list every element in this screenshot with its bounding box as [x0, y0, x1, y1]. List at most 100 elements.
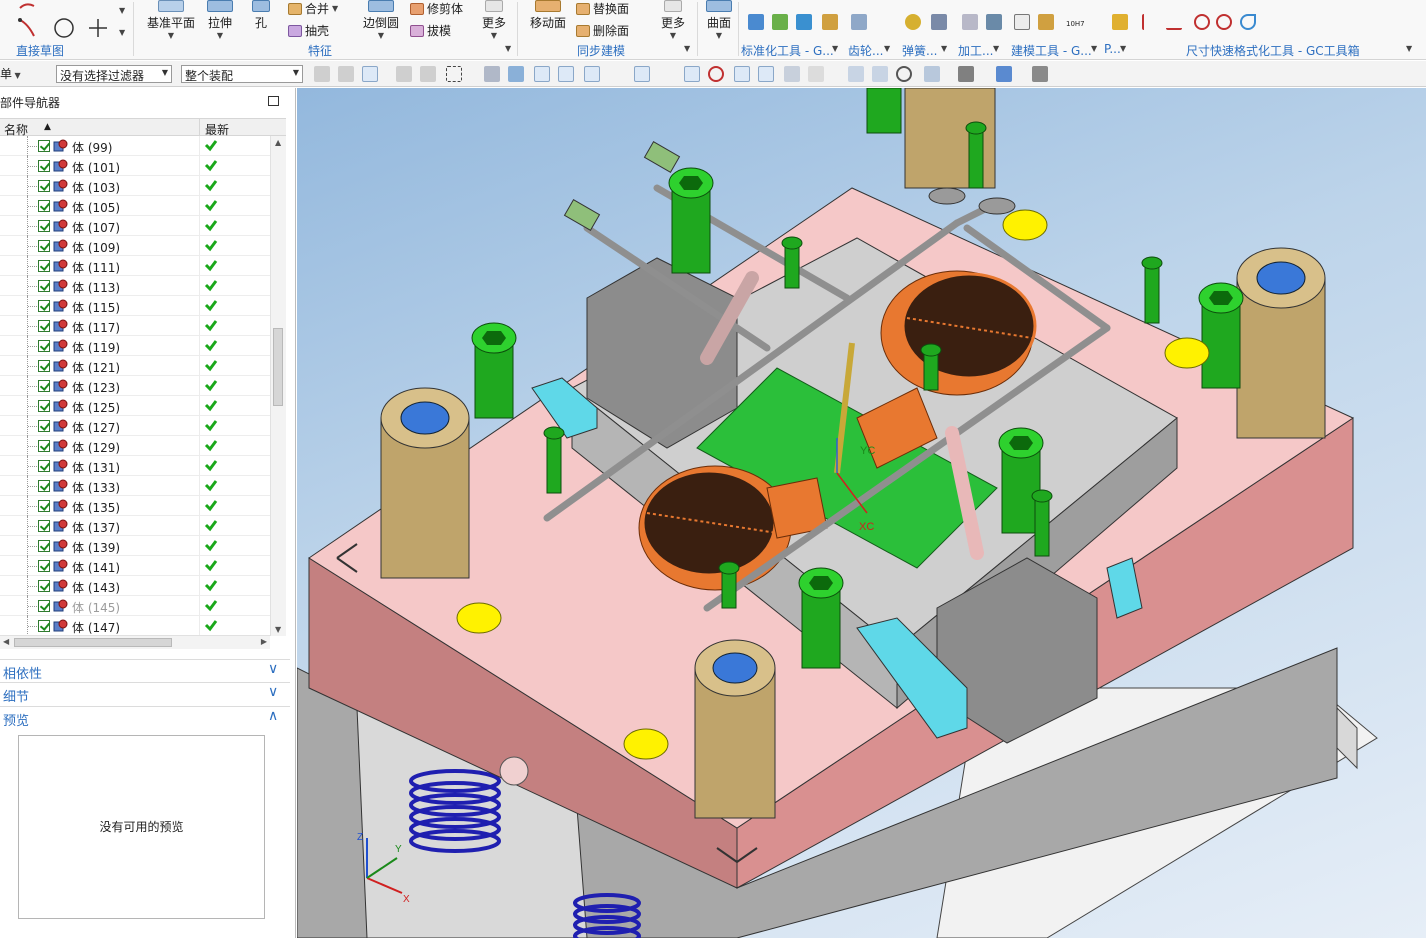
snap-endpoint-icon[interactable] — [534, 66, 550, 82]
tree-item-body[interactable]: 体 (137) — [0, 516, 270, 536]
select-component-icon[interactable] — [508, 66, 524, 82]
visibility-checkbox[interactable] — [38, 140, 50, 152]
tree-item-body[interactable]: 体 (99) — [0, 136, 270, 156]
orient-view-icon[interactable] — [924, 66, 940, 82]
group-label-feature[interactable]: 特征 — [308, 42, 332, 59]
dimension-undo-icon[interactable] — [1240, 14, 1256, 30]
machining-icon[interactable] — [962, 14, 978, 30]
vertical-scrollbar[interactable]: ▲ ▼ — [270, 136, 286, 636]
machining-tool-icon[interactable] — [986, 14, 1002, 30]
modeling-group-caret[interactable]: ▼ — [1091, 44, 1097, 53]
maximize-icon[interactable] — [268, 96, 279, 106]
visibility-checkbox[interactable] — [38, 420, 50, 432]
p-tool-icon[interactable] — [1112, 14, 1128, 30]
tree-item-body[interactable]: 体 (127) — [0, 416, 270, 436]
visibility-checkbox[interactable] — [38, 520, 50, 532]
visibility-checkbox[interactable] — [38, 380, 50, 392]
visibility-checkbox[interactable] — [38, 580, 50, 592]
tree-item-body[interactable]: 体 (103) — [0, 176, 270, 196]
tree-item-body[interactable]: 体 (139) — [0, 536, 270, 556]
details-panel-header[interactable]: 细节 ∨ — [0, 682, 290, 705]
group-label-modeling[interactable]: 建模工具 - G... — [1011, 42, 1092, 59]
menu-button[interactable]: 单 ▼ — [0, 65, 21, 82]
more-sync-button[interactable]: 更多 ▼ — [661, 0, 685, 40]
extrude-button[interactable]: 拉伸 ▼ — [207, 0, 233, 40]
rectangle-select-icon[interactable] — [446, 66, 462, 82]
more-features-button[interactable]: 更多 ▼ — [482, 0, 506, 40]
selection-scope-select[interactable]: 整个装配 — [181, 65, 303, 83]
feature-group-caret[interactable]: ▼ — [505, 44, 511, 53]
snap-on-curve-icon[interactable] — [758, 66, 774, 82]
surface-button[interactable]: 曲面 ▼ — [706, 0, 732, 40]
snap-intersection-icon[interactable] — [634, 66, 650, 82]
dimension-style-icon[interactable] — [1142, 14, 1158, 30]
move-face-button[interactable]: 移动面 — [530, 0, 566, 31]
trim-body-button[interactable]: 修剪体 — [410, 0, 463, 17]
snap-midpoint-icon[interactable] — [558, 66, 574, 82]
visibility-checkbox[interactable] — [38, 560, 50, 572]
snap-curve-icon[interactable] — [608, 66, 624, 82]
snap-quadrant-icon[interactable] — [708, 66, 724, 82]
tree-item-body[interactable]: 体 (129) — [0, 436, 270, 456]
tree-item-body[interactable]: 体 (125) — [0, 396, 270, 416]
standard-part-icon[interactable] — [822, 14, 838, 30]
spring-tool-icon[interactable] — [931, 14, 947, 30]
visibility-checkbox[interactable] — [38, 480, 50, 492]
gear-icon[interactable] — [851, 14, 867, 30]
dimension-diameter-icon[interactable] — [1216, 14, 1232, 30]
delete-face-button[interactable]: 删除面 — [576, 22, 629, 39]
tree-item-body[interactable]: 体 (113) — [0, 276, 270, 296]
deselect-icon[interactable] — [396, 66, 412, 82]
render-style-icon[interactable] — [958, 66, 974, 82]
tree-item-body[interactable]: 体 (143) — [0, 576, 270, 596]
tree-item-body[interactable]: 体 (135) — [0, 496, 270, 516]
scroll-right-icon[interactable]: ▶ — [261, 637, 267, 646]
scroll-up-icon[interactable]: ▲ — [275, 138, 281, 147]
spring-icon[interactable] — [905, 14, 921, 30]
unite-button[interactable]: 合并 ▼ — [288, 0, 338, 17]
scroll-left-icon[interactable]: ◀ — [3, 637, 9, 646]
tree-item-body[interactable]: 体 (117) — [0, 316, 270, 336]
tree-item-body[interactable]: 体 (115) — [0, 296, 270, 316]
snap-on-face-icon[interactable] — [784, 66, 800, 82]
datum-plane-button[interactable]: 基准平面 ▼ — [147, 0, 195, 40]
fit-view-icon[interactable] — [848, 66, 864, 82]
shell-button[interactable]: 抽壳 — [288, 22, 329, 39]
visibility-checkbox[interactable] — [38, 400, 50, 412]
standard-part-icon[interactable] — [748, 14, 764, 30]
group-label-sync[interactable]: 同步建模 — [577, 42, 625, 59]
snap-center-icon[interactable] — [684, 66, 700, 82]
group-label-gear[interactable]: 齿轮... — [848, 42, 883, 59]
tree-item-body[interactable]: 体 (133) — [0, 476, 270, 496]
type-filter-select[interactable]: 没有选择过滤器 — [56, 65, 172, 83]
horizontal-scrollbar[interactable]: ◀ ▶ — [0, 635, 270, 649]
tree-item-body[interactable]: 体 (105) — [0, 196, 270, 216]
tree-item-body[interactable]: 体 (107) — [0, 216, 270, 236]
group-label-sketch[interactable]: 直接草图 — [16, 42, 64, 59]
visibility-checkbox[interactable] — [38, 340, 50, 352]
machining-group-caret[interactable]: ▼ — [993, 44, 999, 53]
p-group-caret[interactable]: ▼ — [1120, 44, 1126, 53]
tolerance-icon[interactable]: 10H7 — [1066, 10, 1086, 32]
visibility-checkbox[interactable] — [38, 540, 50, 552]
select-body-icon[interactable] — [484, 66, 500, 82]
visibility-checkbox[interactable] — [38, 240, 50, 252]
edge-blend-button[interactable]: 边倒圆 ▼ — [363, 0, 399, 40]
scroll-thumb[interactable] — [14, 638, 172, 647]
dimension-group-caret[interactable]: ▼ — [1406, 44, 1412, 53]
modeling-tool-icon[interactable] — [1014, 14, 1030, 30]
draft-button[interactable]: 拔模 — [410, 22, 451, 39]
group-label-standard[interactable]: 标准化工具 - G... — [741, 42, 834, 59]
modeling-tool-icon[interactable] — [1038, 14, 1054, 30]
select-similar-icon[interactable] — [338, 66, 354, 82]
visibility-checkbox[interactable] — [38, 600, 50, 612]
standard-group-caret[interactable]: ▼ — [832, 44, 838, 53]
visibility-checkbox[interactable] — [38, 320, 50, 332]
snap-bounded-icon[interactable] — [808, 66, 824, 82]
group-label-machining[interactable]: 加工... — [958, 42, 993, 59]
tree-item-body[interactable]: 体 (121) — [0, 356, 270, 376]
visibility-checkbox[interactable] — [38, 200, 50, 212]
tree-item-body[interactable]: 体 (111) — [0, 256, 270, 276]
dependencies-panel-header[interactable]: 相依性 ∨ — [0, 659, 290, 682]
spring-group-caret[interactable]: ▼ — [941, 44, 947, 53]
